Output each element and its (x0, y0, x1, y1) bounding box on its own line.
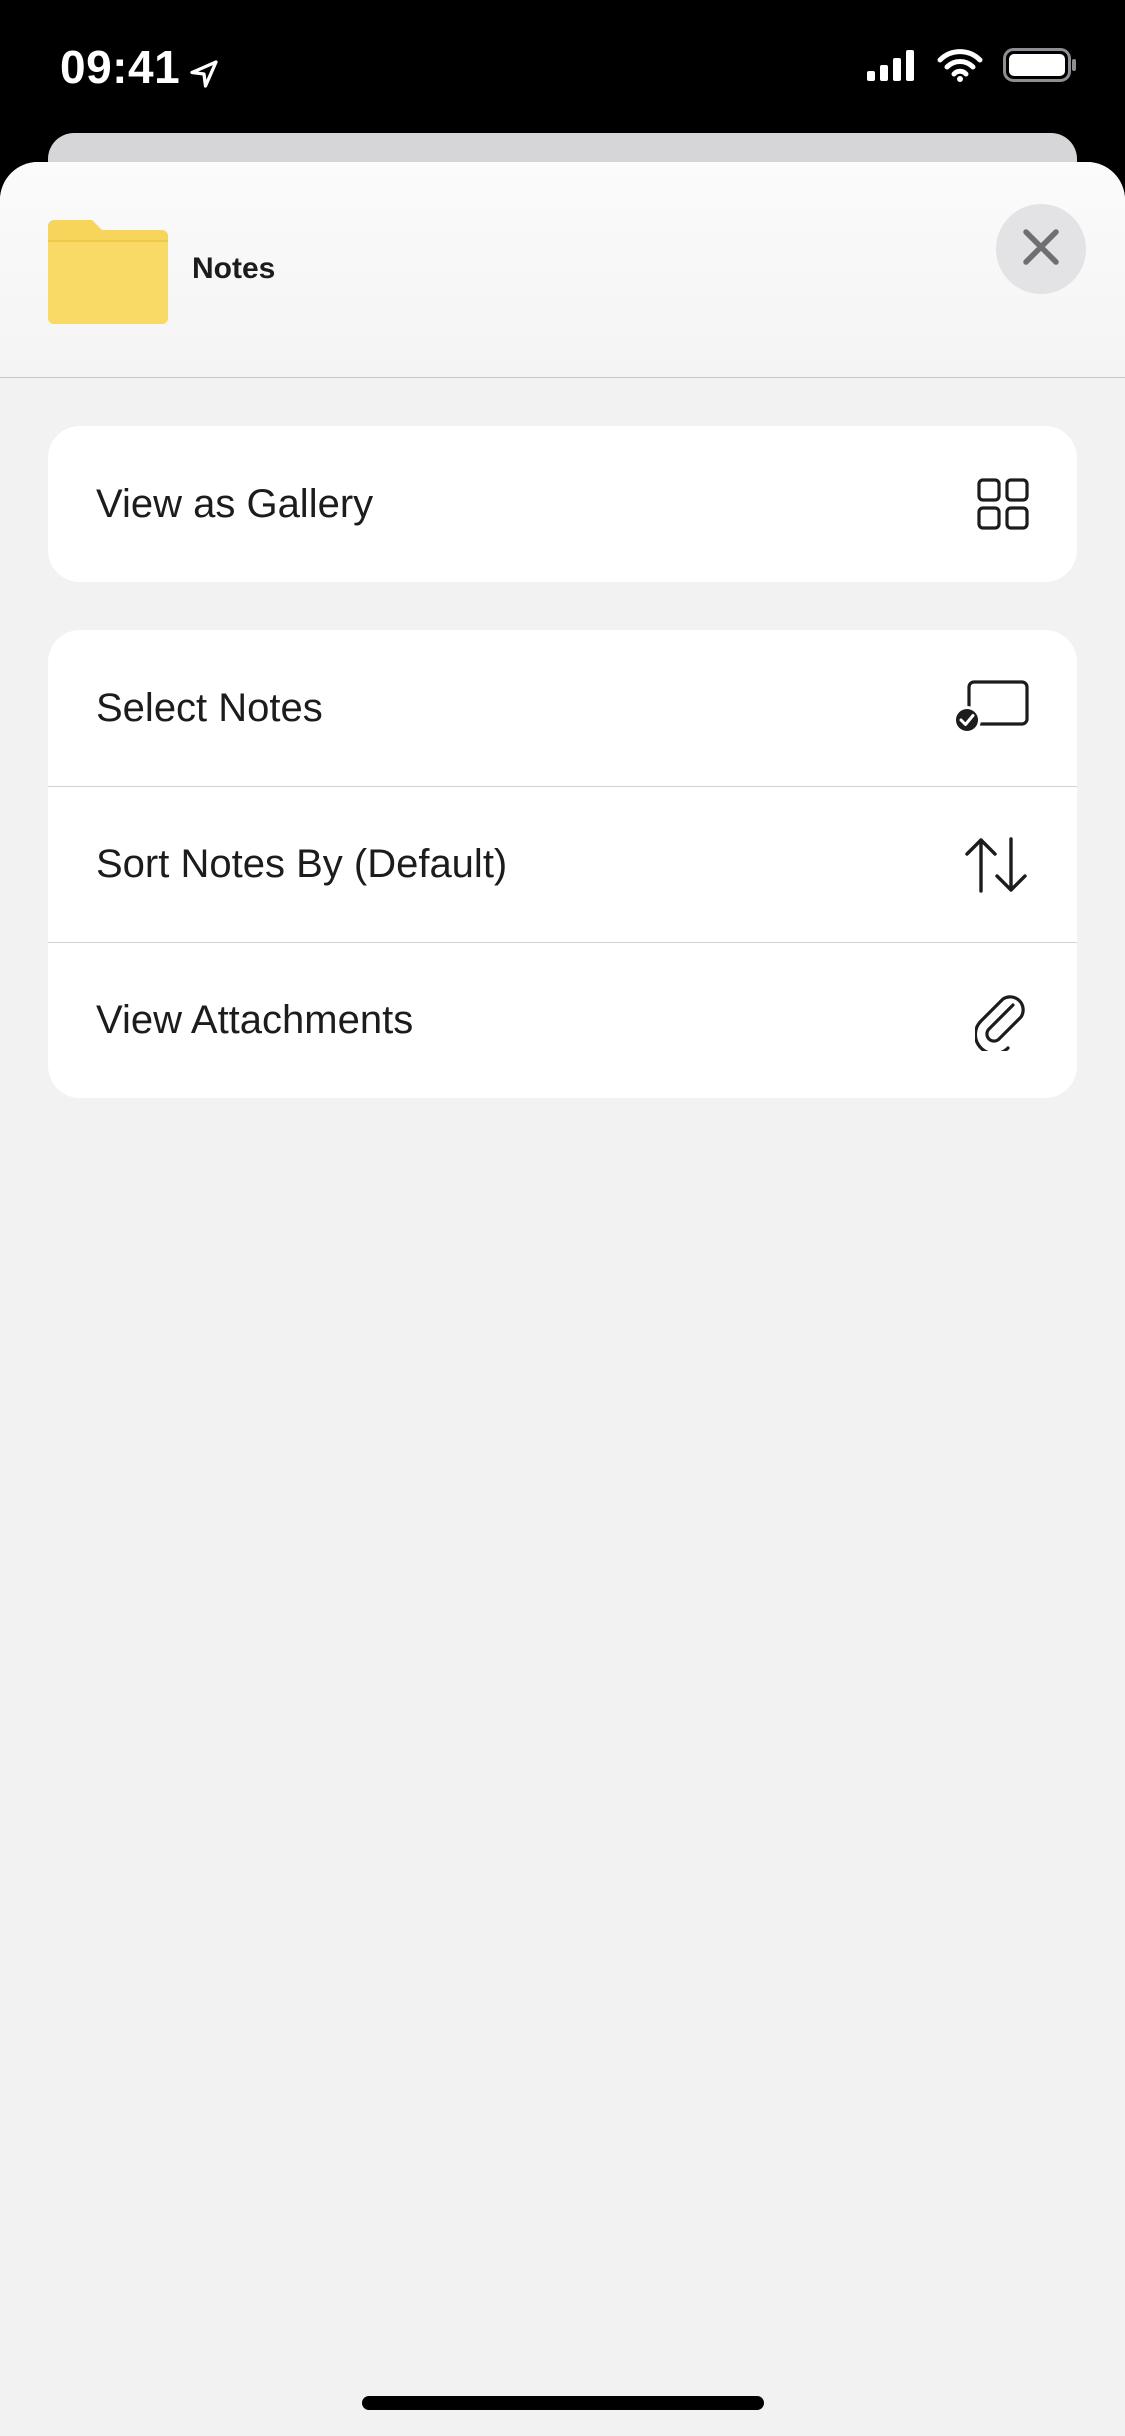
close-button[interactable] (996, 204, 1086, 294)
paperclip-icon (975, 991, 1029, 1051)
cellular-signal-icon (867, 49, 917, 86)
select-notes-label: Select Notes (96, 685, 323, 730)
view-as-gallery-label: View as Gallery (96, 481, 374, 526)
status-time-label: 09:41 (60, 41, 181, 93)
sheet-title: Notes (192, 252, 276, 285)
battery-icon (1003, 48, 1077, 87)
location-arrow-icon (186, 49, 222, 88)
view-attachments-item[interactable]: View Attachments (48, 942, 1077, 1098)
gallery-grid-icon (977, 478, 1029, 530)
view-attachments-label: View Attachments (96, 998, 414, 1042)
sort-notes-label: Sort Notes By (Default) (96, 842, 508, 886)
status-icons (867, 48, 1077, 87)
select-notes-item[interactable]: Select Notes (48, 630, 1077, 786)
menu-group-view: View as Gallery (48, 426, 1077, 582)
home-indicator[interactable] (362, 2396, 764, 2410)
view-as-gallery-item[interactable]: View as Gallery (48, 426, 1077, 582)
sort-notes-item[interactable]: Sort Notes By (Default) (48, 786, 1077, 942)
wifi-icon (937, 48, 983, 87)
status-bar: 09:41 (0, 0, 1125, 135)
folder-icon (48, 220, 168, 324)
status-time: 09:41 (60, 40, 222, 94)
menu-group-actions: Select Notes Sort Notes By (Default) Vie… (48, 630, 1077, 1098)
sort-arrows-icon (963, 836, 1029, 894)
sheet-header: Notes (0, 162, 1125, 378)
select-checkmark-icon (953, 680, 1029, 736)
close-icon (1021, 227, 1061, 272)
action-sheet: Notes View as Gallery Select Notes Sort … (0, 162, 1125, 2436)
